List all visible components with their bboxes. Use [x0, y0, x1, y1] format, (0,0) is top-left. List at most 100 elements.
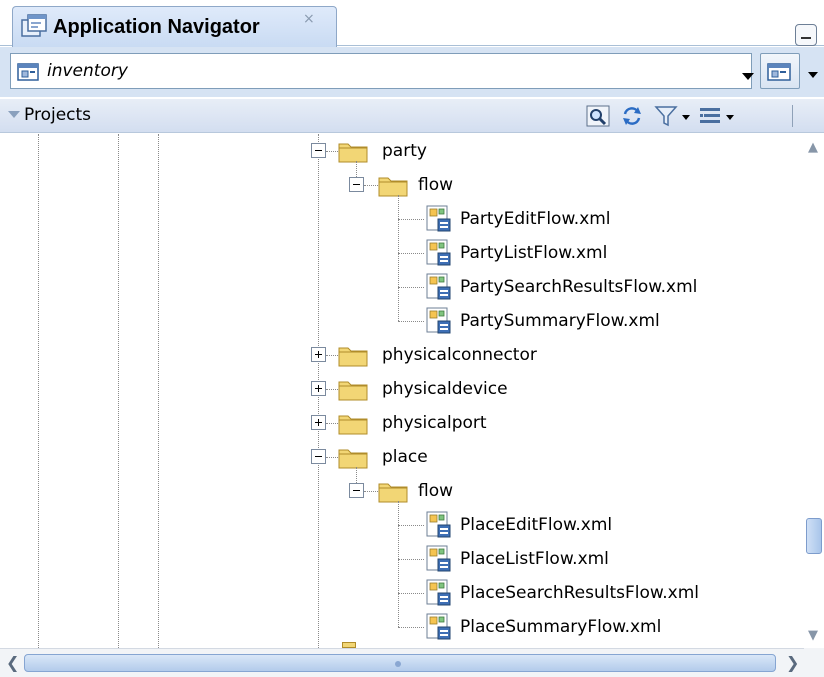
- xml-flow-file-icon: [424, 238, 454, 268]
- toolbar-separator: [792, 105, 793, 127]
- scrollbar-corner: [804, 648, 824, 677]
- horizontal-scrollbar[interactable]: ❮ ❯: [0, 648, 824, 677]
- tree-connector-line: [326, 151, 338, 152]
- application-menu-dropdown-icon[interactable]: [808, 72, 818, 78]
- tab-title: Application Navigator: [53, 15, 260, 38]
- tree-file-row[interactable]: PlaceEditFlow.xml: [0, 508, 804, 542]
- tree-node-label: PartySummaryFlow.xml: [460, 311, 660, 331]
- tree-folder-row[interactable]: physicaldevice: [0, 372, 804, 406]
- folder-icon: [338, 445, 368, 469]
- tree-connector-line: [326, 457, 338, 458]
- scroll-right-icon[interactable]: ❯: [786, 653, 799, 672]
- tree-connector-line: [326, 423, 338, 424]
- sort-options-icon[interactable]: [698, 105, 722, 127]
- project-tree[interactable]: party flow PartyEditFlow.xml PartyListFlow.…: [0, 134, 804, 648]
- folder-icon: [378, 173, 408, 197]
- tree-connector-line: [398, 593, 424, 594]
- tree-node-label: PlaceListFlow.xml: [460, 549, 609, 569]
- tree-connector-line: [398, 287, 424, 288]
- chevron-down-icon[interactable]: [742, 73, 754, 80]
- folder-icon: [338, 343, 368, 367]
- close-tab-icon[interactable]: ×: [303, 11, 315, 27]
- minimize-button[interactable]: [795, 24, 817, 46]
- tree-node-label: PartySearchResultsFlow.xml: [460, 277, 698, 297]
- tree-connector-line: [398, 559, 424, 560]
- tree-connector-line: [356, 161, 357, 177]
- tree-folder-row[interactable]: physicalport: [0, 406, 804, 440]
- tab-bar: Application Navigator ×: [0, 0, 824, 47]
- tree-connector-line: [398, 321, 424, 322]
- expand-plus-icon[interactable]: [311, 347, 326, 362]
- tab-application-navigator[interactable]: Application Navigator ×: [12, 6, 337, 47]
- xml-flow-file-icon: [424, 204, 454, 234]
- tree-connector-line: [364, 185, 378, 186]
- folder-icon: [378, 479, 408, 503]
- horizontal-scroll-thumb[interactable]: [24, 654, 776, 672]
- tree-file-row[interactable]: PartySummaryFlow.xml: [0, 304, 804, 338]
- tree-folder-row[interactable]: place: [0, 440, 804, 474]
- xml-flow-file-icon: [424, 544, 454, 574]
- tree-node-label: flow: [418, 175, 454, 195]
- tree-file-row[interactable]: PartyEditFlow.xml: [0, 202, 804, 236]
- xml-flow-file-icon: [424, 306, 454, 336]
- tree-connector-line: [356, 467, 357, 483]
- xml-flow-file-icon: [424, 272, 454, 302]
- tree-folder-row[interactable]: flow: [0, 474, 804, 508]
- collapse-minus-icon[interactable]: [349, 177, 364, 192]
- application-icon: [17, 62, 39, 82]
- xml-flow-file-icon: [424, 578, 454, 608]
- expand-plus-icon[interactable]: [311, 415, 326, 430]
- tree-folder-row[interactable]: party: [0, 134, 804, 168]
- collapse-minus-icon[interactable]: [311, 143, 326, 158]
- folder-icon: [338, 139, 368, 163]
- tree-connector-line: [398, 253, 424, 254]
- tree-folder-row[interactable]: physicalconnector: [0, 338, 804, 372]
- minimize-icon: [801, 37, 811, 39]
- application-name: inventory: [47, 61, 128, 81]
- folder-icon: [338, 377, 368, 401]
- tree-node-label: PartyListFlow.xml: [460, 243, 608, 263]
- scroll-down-icon[interactable]: ▼: [808, 628, 818, 643]
- projects-header[interactable]: Projects: [0, 99, 824, 133]
- filter-dropdown-icon[interactable]: [682, 115, 690, 120]
- refresh-icon[interactable]: [620, 105, 644, 127]
- tree-file-row[interactable]: PartySearchResultsFlow.xml: [0, 270, 804, 304]
- tree-node-label: PlaceEditFlow.xml: [460, 515, 613, 535]
- tree-node-label: flow: [418, 481, 454, 501]
- application-selector-bar: inventory: [0, 47, 824, 97]
- xml-flow-file-icon: [424, 612, 454, 642]
- find-icon[interactable]: [586, 105, 610, 127]
- vertical-scroll-thumb[interactable]: [806, 518, 822, 554]
- application-menu-button[interactable]: [760, 53, 800, 89]
- tree-file-row[interactable]: PartyListFlow.xml: [0, 236, 804, 270]
- collapse-minus-icon[interactable]: [349, 483, 364, 498]
- collapse-triangle-icon[interactable]: [8, 111, 20, 118]
- sort-dropdown-icon[interactable]: [726, 115, 734, 120]
- tree-node-label: PlaceSearchResultsFlow.xml: [460, 583, 699, 603]
- tree-node-label: physicaldevice: [382, 379, 508, 399]
- filter-icon[interactable]: [654, 105, 678, 127]
- tree-node-label: party: [382, 141, 427, 161]
- tree-connector-line: [398, 219, 424, 220]
- tree-node-label: PartyEditFlow.xml: [460, 209, 611, 229]
- tree-node-label: place: [382, 447, 428, 467]
- vertical-scrollbar[interactable]: ▲ ▼: [804, 134, 824, 648]
- tree-file-row[interactable]: PlaceSearchResultsFlow.xml: [0, 576, 804, 610]
- scroll-up-icon[interactable]: ▲: [808, 140, 818, 155]
- projects-label: Projects: [24, 105, 92, 125]
- tree-connector-line: [326, 355, 338, 356]
- collapse-minus-icon[interactable]: [311, 449, 326, 464]
- tree-folder-row[interactable]: flow: [0, 168, 804, 202]
- application-navigator-icon: [21, 14, 49, 40]
- tree-connector-line: [398, 195, 399, 321]
- scroll-left-icon[interactable]: ❮: [6, 653, 19, 672]
- tree-connector-line: [398, 627, 424, 628]
- tree-file-row[interactable]: PlaceSummaryFlow.xml: [0, 610, 804, 644]
- xml-flow-file-icon: [424, 510, 454, 540]
- tree-node-label: physicalconnector: [382, 345, 537, 365]
- application-dropdown[interactable]: inventory: [10, 53, 754, 89]
- tree-file-row[interactable]: PlaceListFlow.xml: [0, 542, 804, 576]
- tree-connector-line: [326, 389, 338, 390]
- tree-connector-line: [398, 525, 424, 526]
- expand-plus-icon[interactable]: [311, 381, 326, 396]
